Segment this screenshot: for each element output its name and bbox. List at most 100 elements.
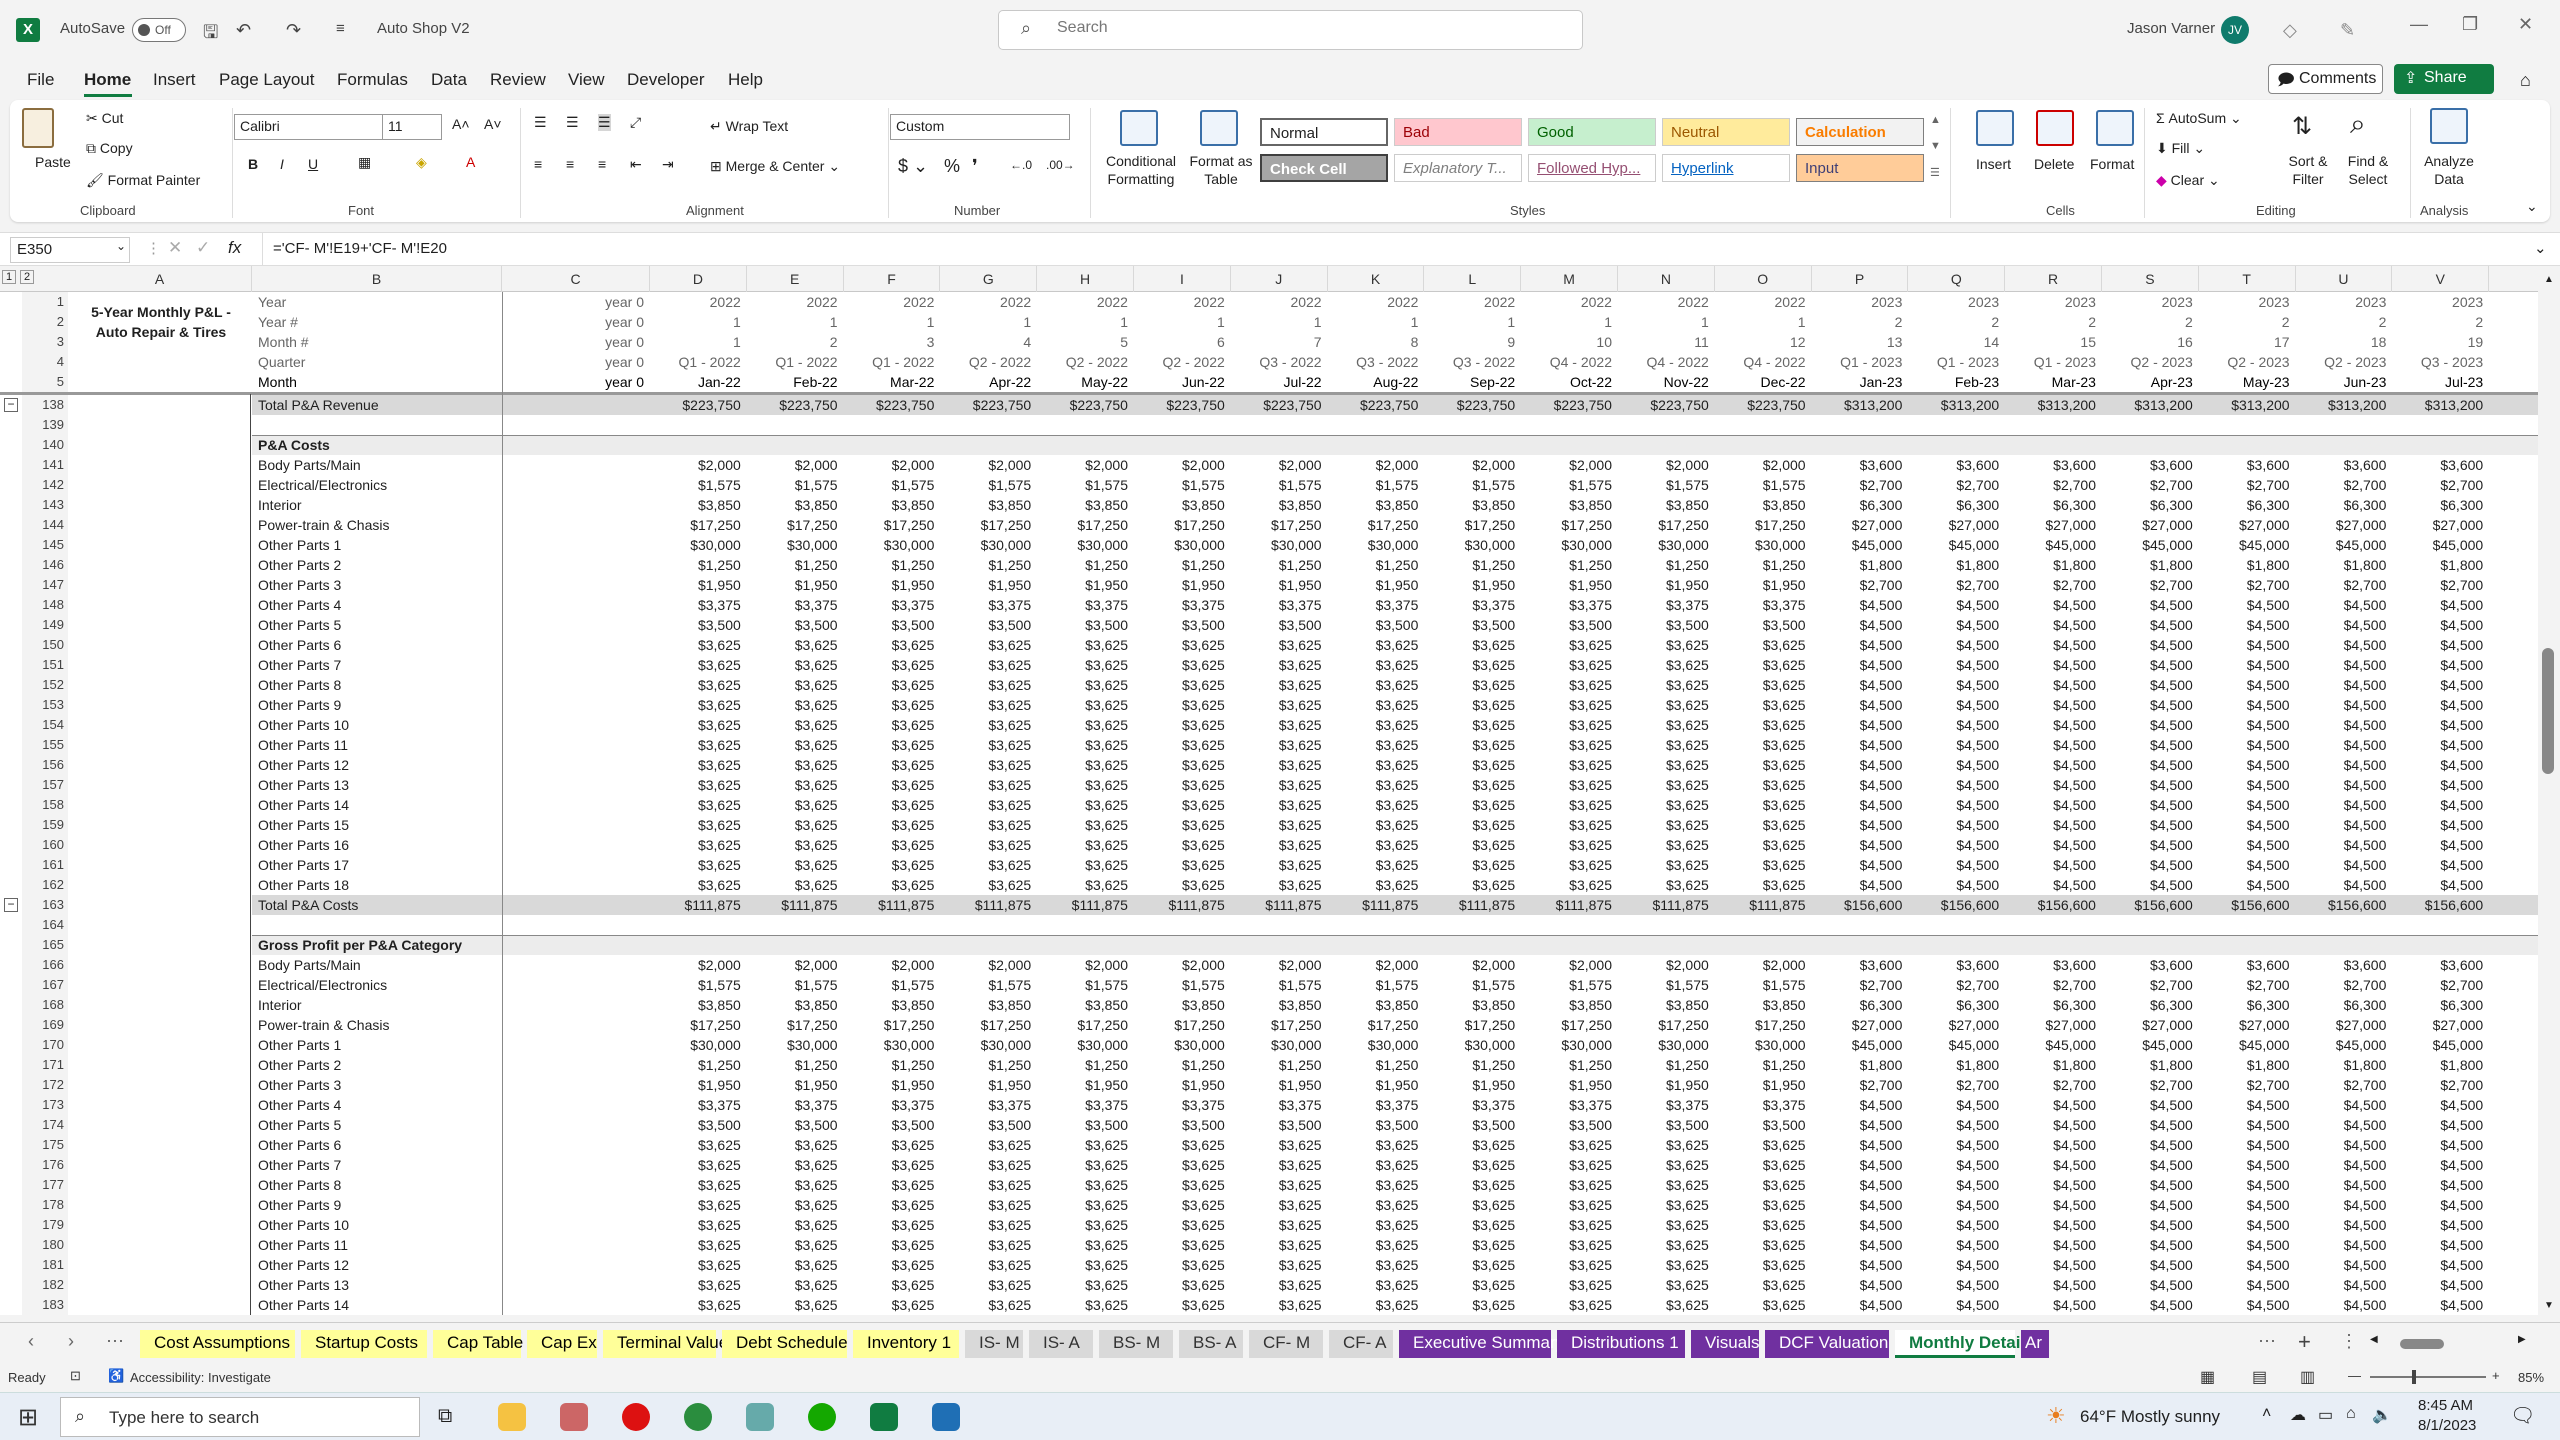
format-painter-button[interactable]: 🖌 Format Painter	[86, 172, 200, 189]
value-cell[interactable]: $223,750	[940, 395, 1033, 415]
name-box[interactable]: E350	[10, 237, 130, 263]
value-cell[interactable]: 1	[1037, 312, 1130, 332]
value-cell[interactable]: $111,875	[747, 895, 840, 915]
value-cell[interactable]: $1,575	[940, 975, 1033, 995]
value-cell[interactable]: 2023	[2199, 292, 2292, 312]
value-cell[interactable]: $2,700	[2005, 575, 2098, 595]
value-cell[interactable]: $3,625	[747, 1295, 840, 1315]
value-cell[interactable]: $3,625	[650, 735, 743, 755]
value-cell[interactable]: $3,625	[747, 835, 840, 855]
tab-developer[interactable]: Developer	[627, 70, 705, 90]
value-cell[interactable]: $3,625	[1037, 715, 1130, 735]
value-cell[interactable]: $4,500	[2199, 1155, 2292, 1175]
value-cell[interactable]: Q2 - 2022	[1134, 352, 1227, 372]
value-cell[interactable]: $3,625	[1521, 1295, 1614, 1315]
value-cell[interactable]: $30,000	[1037, 535, 1130, 555]
tab-help[interactable]: Help	[728, 70, 763, 90]
value-cell[interactable]: $313,200	[2102, 395, 2195, 415]
value-cell[interactable]: $3,625	[844, 635, 937, 655]
value-cell[interactable]: $4,500	[2199, 675, 2292, 695]
value-cell[interactable]: 2022	[1037, 292, 1130, 312]
value-cell[interactable]: $4,500	[2005, 615, 2098, 635]
row-label[interactable]: Interior	[258, 995, 498, 1015]
value-cell[interactable]: $4,500	[1908, 855, 2001, 875]
value-cell[interactable]: 2	[2296, 312, 2389, 332]
value-cell[interactable]: 2023	[2296, 292, 2389, 312]
merge-center-button[interactable]: ⊞ Merge & Center ⌄	[710, 158, 840, 175]
normal-view-icon[interactable]: ▦	[2200, 1367, 2215, 1387]
value-cell[interactable]: $3,625	[1231, 1175, 1324, 1195]
value-cell[interactable]: $3,625	[1134, 675, 1227, 695]
value-cell[interactable]: $3,850	[844, 995, 937, 1015]
value-cell[interactable]: $3,500	[747, 615, 840, 635]
value-cell[interactable]: $4,500	[2199, 795, 2292, 815]
value-cell[interactable]: $4,500	[2102, 635, 2195, 655]
value-cell[interactable]: $17,250	[1134, 515, 1227, 535]
value-cell[interactable]: $1,800	[1908, 1055, 2001, 1075]
row-label[interactable]: Other Parts 2	[258, 1055, 498, 1075]
value-cell[interactable]: $4,500	[2392, 1295, 2485, 1315]
value-cell[interactable]: $3,625	[940, 1195, 1033, 1215]
value-cell[interactable]: 1	[650, 332, 743, 352]
value-cell[interactable]: $1,575	[1231, 475, 1324, 495]
value-cell[interactable]: $3,600	[2199, 955, 2292, 975]
insert-function-icon[interactable]: fx	[228, 238, 241, 258]
value-cell[interactable]: $4,500	[2199, 1095, 2292, 1115]
value-cell[interactable]: $17,250	[1424, 515, 1517, 535]
value-cell[interactable]: $3,625	[1134, 1295, 1227, 1315]
value-cell[interactable]: $45,000	[1908, 1035, 2001, 1055]
row-header[interactable]: 164	[22, 915, 68, 935]
value-cell[interactable]: $1,950	[844, 1075, 937, 1095]
value-cell[interactable]: $3,625	[1134, 755, 1227, 775]
row-label[interactable]: Other Parts 1	[258, 1035, 498, 1055]
column-header-s[interactable]: S	[2102, 266, 2199, 292]
value-cell[interactable]: $3,625	[1424, 775, 1517, 795]
value-cell[interactable]: $4,500	[2005, 1195, 2098, 1215]
value-cell[interactable]: $3,850	[1521, 995, 1614, 1015]
value-cell[interactable]: $3,625	[747, 755, 840, 775]
autosave-toggle[interactable]: Off	[132, 18, 186, 42]
row-label[interactable]: Other Parts 6	[258, 1135, 498, 1155]
value-cell[interactable]: $3,625	[1134, 1235, 1227, 1255]
value-cell[interactable]: $3,625	[1424, 1135, 1517, 1155]
value-cell[interactable]: $3,625	[747, 1215, 840, 1235]
value-cell[interactable]: $2,000	[1424, 955, 1517, 975]
value-cell[interactable]: $4,500	[2102, 795, 2195, 815]
value-cell[interactable]: $3,625	[1328, 815, 1421, 835]
value-cell[interactable]: $3,500	[747, 1115, 840, 1135]
value-cell[interactable]: $3,500	[1618, 1115, 1711, 1135]
sheet-tab[interactable]: Cost Assumptions	[140, 1330, 295, 1358]
value-cell[interactable]: $2,000	[747, 955, 840, 975]
sheet-tab[interactable]: Distributions 1	[1557, 1330, 1685, 1358]
value-cell[interactable]: $4,500	[2199, 1175, 2292, 1195]
row-label[interactable]: Other Parts 11	[258, 1235, 498, 1255]
value-cell[interactable]: $4,500	[2296, 835, 2389, 855]
value-cell[interactable]: $1,250	[1715, 555, 1808, 575]
row-label[interactable]: Other Parts 12	[258, 755, 498, 775]
value-cell[interactable]: $1,800	[1908, 555, 2001, 575]
value-cell[interactable]: 2022	[747, 292, 840, 312]
search-box[interactable]: ⌕ Search	[998, 10, 1583, 50]
italic-icon[interactable]: I	[280, 156, 284, 172]
value-cell[interactable]: $2,000	[940, 955, 1033, 975]
value-cell[interactable]: $4,500	[1908, 1235, 2001, 1255]
value-cell[interactable]: $3,625	[650, 1195, 743, 1215]
value-cell[interactable]: $4,500	[1812, 1195, 1905, 1215]
value-cell[interactable]: $45,000	[2102, 535, 2195, 555]
value-cell[interactable]: $1,950	[1618, 575, 1711, 595]
value-cell[interactable]: $1,800	[2392, 1055, 2485, 1075]
value-cell[interactable]: $3,625	[650, 1255, 743, 1275]
value-cell[interactable]: $4,500	[2392, 795, 2485, 815]
value-cell[interactable]: Q1 - 2023	[1812, 352, 1905, 372]
value-cell[interactable]: 18	[2296, 332, 2389, 352]
value-cell[interactable]: $3,625	[1037, 1275, 1130, 1295]
tab-formulas[interactable]: Formulas	[337, 70, 408, 90]
value-cell[interactable]: $1,800	[1812, 1055, 1905, 1075]
value-cell[interactable]: $3,625	[940, 1275, 1033, 1295]
value-cell[interactable]: $3,625	[1715, 695, 1808, 715]
value-cell[interactable]: $3,625	[1618, 655, 1711, 675]
value-cell[interactable]: $3,625	[1521, 815, 1614, 835]
value-cell[interactable]: $3,625	[940, 835, 1033, 855]
percent-icon[interactable]: %	[944, 156, 960, 177]
value-cell[interactable]: $1,250	[844, 1055, 937, 1075]
